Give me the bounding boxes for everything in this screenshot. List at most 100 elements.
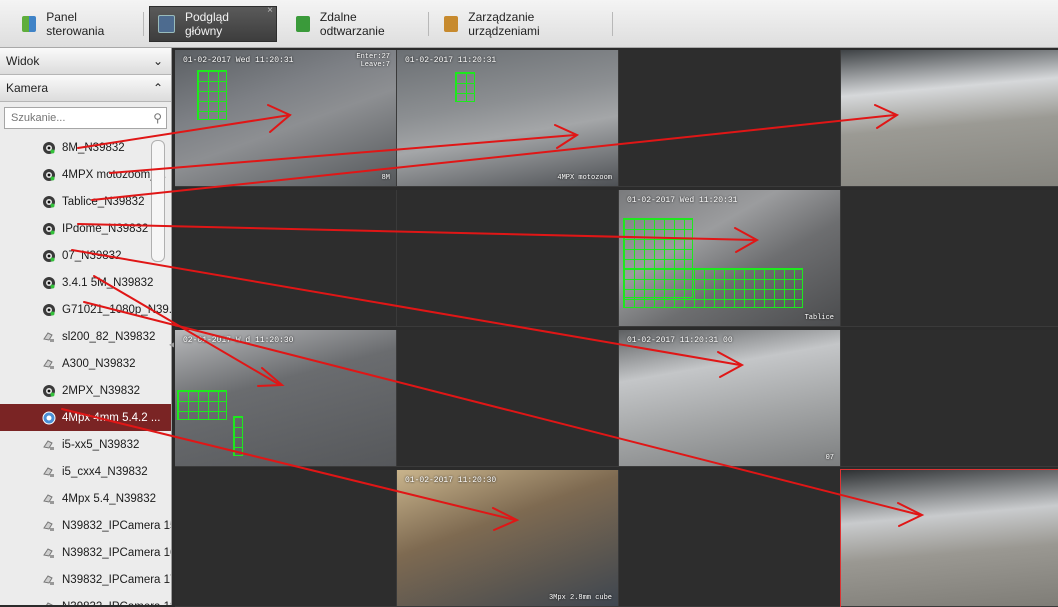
camera-list-item-label: i5_cxx4_N39832: [62, 465, 148, 478]
live-video-feed: [841, 470, 1058, 606]
camera-list-scrollbar[interactable]: [151, 140, 165, 262]
view-panel-header[interactable]: Widok ⌄: [0, 48, 171, 75]
camera-list-item-label: 07_N39832: [62, 249, 122, 262]
tab-podglad-glowny[interactable]: Podgląd główny ×: [149, 5, 277, 42]
live-video-feed: 01-02-2017 11:20:30 3Mpx 2.8mm cube: [397, 470, 618, 606]
chevron-down-icon: ⌄: [152, 54, 163, 68]
camera-search-input[interactable]: [9, 111, 143, 125]
camera-list-item[interactable]: G71021_1080p_N39...: [0, 296, 171, 323]
motion-detection-grid: [623, 268, 803, 308]
video-window[interactable]: [841, 50, 1058, 187]
camera-list-item[interactable]: 4MPX motozoom_...: [0, 161, 171, 188]
video-timestamp: 01-02-2017 Wed 11:20:31: [627, 196, 738, 205]
video-window[interactable]: [175, 470, 397, 607]
live-video-feed: 01-02-2017 11:20:31 4MPX motozoom: [397, 50, 618, 186]
video-caption: 4MPX motozoom: [557, 174, 612, 182]
camera-list-item[interactable]: N39832_IPCamera 17: [0, 566, 171, 593]
live-view-grid: 01-02-2017 Wed 11:20:31 Enter:27 Leave:7 8…: [174, 48, 1058, 607]
video-window[interactable]: 01-02-2017 Wed 11:20:31 Tablice: [619, 190, 841, 327]
camera-list-item[interactable]: 2MPX_N39832: [0, 377, 171, 404]
video-window[interactable]: [840, 469, 1058, 607]
video-window[interactable]: [841, 190, 1058, 327]
camera-list-item[interactable]: 8M_N39832: [0, 134, 171, 161]
camera-list-item[interactable]: N39832_IPCamera 15: [0, 512, 171, 539]
video-window[interactable]: [397, 330, 619, 467]
camera-list-item[interactable]: 4Mpx 4mm 5.4.2 ...: [0, 404, 171, 431]
camera-list-item-label: i5-xx5_N39832: [62, 438, 140, 451]
remote-playback-icon: [296, 16, 310, 32]
camera-offline-icon: [43, 574, 54, 585]
camera-icon: [43, 141, 55, 154]
video-timestamp: 01-02-2017 11:20:31: [405, 56, 497, 65]
camera-list-item[interactable]: A300_N39832: [0, 350, 171, 377]
video-window[interactable]: 02-01-2017 W d 11:20:30: [175, 330, 397, 467]
camera-list-item-label: 3.4.1 5M_N39832: [62, 276, 154, 289]
camera-offline-icon: [45, 601, 53, 605]
tab-divider: [428, 12, 429, 36]
camera-list-item[interactable]: 3.4.1 5M_N39832: [0, 269, 171, 296]
tab-divider: [612, 12, 613, 36]
camera-list-item-label: sl200_82_N39832: [62, 330, 156, 343]
tab-zarzadzanie-urzadzeniami[interactable]: Zarządzanie urządzeniami: [436, 6, 606, 42]
camera-list-item[interactable]: N39832_IPCamera 18: [0, 593, 171, 605]
tab-label: Panel sterowania: [46, 10, 105, 38]
camera-offline-icon: [43, 439, 54, 450]
camera-list-item[interactable]: i5-xx5_N39832: [0, 431, 171, 458]
control-panel-icon: [22, 16, 37, 32]
live-view-icon: [158, 15, 175, 33]
camera-offline-icon: [43, 466, 54, 477]
search-icon[interactable]: ⚲: [153, 111, 162, 125]
camera-list-item-label: 2MPX_N39832: [62, 384, 140, 397]
camera-offline-icon: [43, 358, 54, 369]
camera-list-item-label: 4Mpx 4mm 5.4.2 ...: [62, 411, 161, 424]
tab-panel-sterowania[interactable]: Panel sterowania: [14, 6, 140, 42]
tab-zdalne-odtwarzanie[interactable]: Zdalne odtwarzanie: [288, 6, 423, 42]
camera-list-item[interactable]: 07_N39832: [0, 242, 171, 269]
camera-list-item[interactable]: i5_cxx4_N39832: [0, 458, 171, 485]
tab-label: Podgląd główny: [184, 10, 229, 38]
camera-icon: [43, 276, 55, 289]
device-management-icon: [444, 16, 459, 32]
tab-label: Zarządzanie urządzeniami: [468, 10, 540, 38]
main-tab-bar: Panel sterowania Podgląd główny × Zdalne…: [0, 0, 1058, 48]
close-icon[interactable]: ×: [267, 5, 273, 16]
sidebar: Widok ⌄ Kamera ⌃ ⚲ 8M_N39832 4MPX motozoo…: [0, 48, 172, 605]
video-timestamp: 01-02-2017 11:20:31 00: [627, 336, 733, 345]
camera-header-label: Kamera: [6, 81, 49, 95]
video-window[interactable]: 01-02-2017 11:20:31 00 07: [619, 330, 841, 467]
motion-detection-grid: [197, 70, 227, 120]
camera-icon: [43, 249, 55, 262]
live-video-feed: [841, 50, 1058, 186]
video-window[interactable]: [175, 190, 397, 327]
camera-list-item[interactable]: 4Mpx 5.4_N39832: [0, 485, 171, 512]
video-window[interactable]: [841, 330, 1058, 467]
camera-list: 8M_N39832 4MPX motozoom_... Tablice_N39832…: [0, 134, 171, 605]
video-timestamp: 01-02-2017 11:20:30: [405, 476, 497, 485]
video-window[interactable]: 01-02-2017 Wed 11:20:31 Enter:27 Leave:7 8…: [175, 50, 397, 187]
camera-list-item-label: 4Mpx 5.4_N39832: [62, 492, 156, 505]
camera-icon: [43, 222, 55, 235]
video-window[interactable]: 01-02-2017 11:20:30 3Mpx 2.8mm cube: [397, 470, 619, 607]
camera-list-item-label: G71021_1080p_N39...: [62, 303, 171, 316]
camera-icon: [43, 303, 55, 316]
motion-detection-grid: [177, 390, 227, 420]
camera-list-item[interactable]: IPdome_N39832: [0, 215, 171, 242]
tab-label: Zdalne odtwarzanie: [319, 10, 385, 38]
video-window[interactable]: [397, 190, 619, 327]
video-timestamp: 01-02-2017 Wed 11:20:31: [183, 56, 294, 65]
camera-list-item[interactable]: N39832_IPCamera 16: [0, 539, 171, 566]
motion-detection-grid: [455, 72, 475, 102]
camera-panel-header[interactable]: Kamera ⌃: [0, 75, 171, 102]
motion-detection-grid: [233, 416, 243, 456]
camera-list-item-label: N39832_IPCamera 16: [62, 546, 171, 559]
camera-offline-icon: [43, 493, 54, 504]
video-window[interactable]: 01-02-2017 11:20:31 4MPX motozoom: [397, 50, 619, 187]
camera-list-item-label: N39832_IPCamera 17: [62, 573, 171, 586]
camera-list-item-label: IPdome_N39832: [62, 222, 149, 235]
camera-icon: [43, 195, 55, 208]
camera-list-item[interactable]: sl200_82_N39832: [0, 323, 171, 350]
camera-list-item[interactable]: Tablice_N39832: [0, 188, 171, 215]
view-header-label: Widok: [6, 54, 40, 68]
video-window[interactable]: [619, 50, 841, 187]
video-window[interactable]: [619, 470, 841, 607]
